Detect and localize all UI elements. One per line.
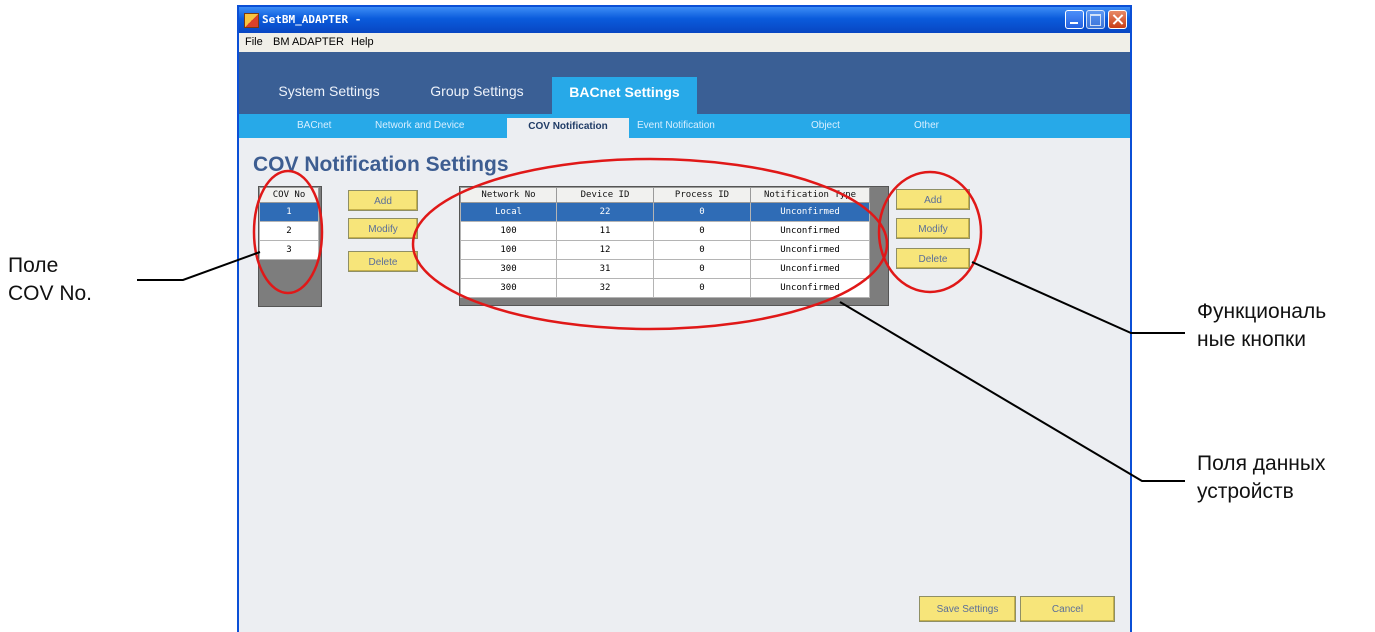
column-device-id: Device ID xyxy=(556,187,654,203)
notification-type-cell: Unconfirmed xyxy=(750,259,870,279)
device-id-cell: 12 xyxy=(556,240,654,260)
subtab-object[interactable]: Object xyxy=(811,120,840,131)
window-title: SetBM_ADAPTER - xyxy=(262,13,362,26)
subtab-cov-notification[interactable]: COV Notification xyxy=(507,118,629,138)
sub-tab-bar: BACnet Network and Device COV Notificati… xyxy=(239,114,1130,138)
table-row[interactable]: Local 22 0 Unconfirmed xyxy=(460,202,870,222)
network-no-cell: Local xyxy=(460,202,557,222)
cov-modify-button[interactable]: Modify xyxy=(348,218,418,239)
cov-list-item[interactable]: 1 xyxy=(259,202,319,222)
notification-type-cell: Unconfirmed xyxy=(750,240,870,260)
device-add-button[interactable]: Add xyxy=(896,189,970,210)
tab-group-settings[interactable]: Group Settings xyxy=(426,83,528,99)
process-id-cell: 0 xyxy=(653,202,751,222)
app-icon xyxy=(244,13,259,28)
cov-list: COV No 1 2 3 xyxy=(259,187,319,260)
notification-type-cell: Unconfirmed xyxy=(750,202,870,222)
maximize-button[interactable] xyxy=(1086,10,1105,29)
callout-line-1: Поле xyxy=(8,254,59,277)
notification-type-cell: Unconfirmed xyxy=(750,278,870,298)
device-delete-button[interactable]: Delete xyxy=(896,248,970,269)
process-id-cell: 0 xyxy=(653,259,751,279)
device-id-cell: 32 xyxy=(556,278,654,298)
page-title: COV Notification Settings xyxy=(253,153,509,176)
network-no-cell: 100 xyxy=(460,240,557,260)
notification-type-cell: Unconfirmed xyxy=(750,221,870,241)
process-id-cell: 0 xyxy=(653,278,751,298)
device-table: Network No Device ID Process ID Notifica… xyxy=(460,187,870,298)
column-notification-type: Notification Type xyxy=(750,187,870,203)
callout-line-1: Поля данных xyxy=(1197,452,1326,475)
menu-bm-adapter[interactable]: BM ADAPTER xyxy=(273,36,344,48)
tab-bacnet-settings[interactable]: BACnet Settings xyxy=(552,77,697,114)
table-row[interactable]: 100 11 0 Unconfirmed xyxy=(460,221,870,241)
subtab-network-and-device[interactable]: Network and Device xyxy=(375,120,464,131)
cov-field-callout: Поле COV No. xyxy=(8,252,92,308)
menu-bar: File BM ADAPTER Help xyxy=(239,33,1130,53)
table-row[interactable]: 300 31 0 Unconfirmed xyxy=(460,259,870,279)
callout-line-2: ные кнопки xyxy=(1197,328,1306,351)
save-settings-button[interactable]: Save Settings xyxy=(919,596,1016,622)
cancel-button[interactable]: Cancel xyxy=(1020,596,1115,622)
process-id-cell: 0 xyxy=(653,240,751,260)
cov-add-button[interactable]: Add xyxy=(348,190,418,211)
title-bar: SetBM_ADAPTER - xyxy=(239,7,1130,33)
table-row[interactable]: 100 12 0 Unconfirmed xyxy=(460,240,870,260)
callout-line-2: устройств xyxy=(1197,480,1294,503)
callout-line-1: Функциональ xyxy=(1197,300,1327,323)
main-tab-bar: System Settings Group Settings BACnet Se… xyxy=(239,52,1130,114)
cov-list-panel: COV No 1 2 3 xyxy=(258,186,322,307)
cov-list-item[interactable]: 3 xyxy=(259,240,319,260)
column-network-no: Network No xyxy=(460,187,557,203)
network-no-cell: 100 xyxy=(460,221,557,241)
table-row[interactable]: 300 32 0 Unconfirmed xyxy=(460,278,870,298)
device-id-cell: 31 xyxy=(556,259,654,279)
subtab-event-notification[interactable]: Event Notification xyxy=(637,120,715,131)
device-id-cell: 22 xyxy=(556,202,654,222)
subtab-other[interactable]: Other xyxy=(914,120,939,131)
cov-delete-button[interactable]: Delete xyxy=(348,251,418,272)
menu-file[interactable]: File xyxy=(245,36,263,48)
callout-line-2: COV No. xyxy=(8,282,93,305)
process-id-cell: 0 xyxy=(653,221,751,241)
menu-help[interactable]: Help xyxy=(351,36,374,48)
subtab-bacnet[interactable]: BACnet xyxy=(297,120,331,131)
device-table-panel: Network No Device ID Process ID Notifica… xyxy=(459,186,889,306)
column-process-id: Process ID xyxy=(653,187,751,203)
minimize-button[interactable] xyxy=(1065,10,1084,29)
device-id-cell: 11 xyxy=(556,221,654,241)
cov-no-header: COV No xyxy=(259,187,319,203)
function-buttons-callout: Функциональ ные кнопки xyxy=(1197,298,1326,354)
network-no-cell: 300 xyxy=(460,259,557,279)
tab-system-settings[interactable]: System Settings xyxy=(273,83,385,99)
device-modify-button[interactable]: Modify xyxy=(896,218,970,239)
network-no-cell: 300 xyxy=(460,278,557,298)
device-fields-callout: Поля данных устройств xyxy=(1197,450,1326,506)
close-button[interactable] xyxy=(1108,10,1127,29)
cov-list-item[interactable]: 2 xyxy=(259,221,319,241)
app-window: SetBM_ADAPTER - File BM ADAPTER Help Sys… xyxy=(237,5,1132,632)
